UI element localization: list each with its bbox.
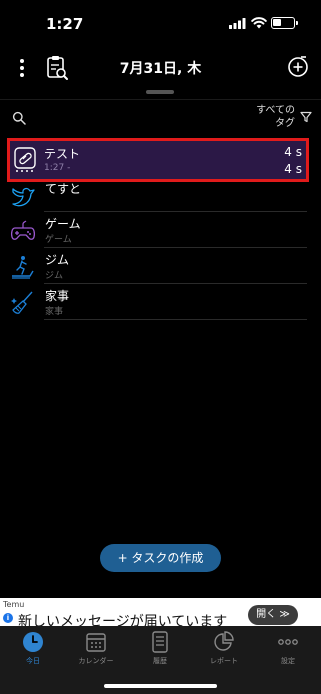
status-bar: 1:27 (0, 0, 321, 44)
history-icon (152, 631, 168, 653)
ad-info-icon[interactable]: i (3, 613, 13, 623)
divider (44, 319, 307, 320)
ad-banner[interactable]: Temu i 新しいメッセージが届いています 開く ≫ (0, 598, 321, 626)
tag-filter-label-2: タグ (275, 118, 295, 129)
task-tag: ゲーム (45, 235, 72, 245)
treadmill-icon (12, 256, 34, 279)
battery-icon (271, 17, 298, 29)
bird-icon (12, 187, 35, 207)
task-name: ジム (45, 253, 70, 267)
ad-open-button[interactable]: 開く ≫ (248, 605, 298, 625)
divider (0, 99, 321, 100)
gamepad-icon (10, 220, 36, 240)
ad-brand: Temu (3, 600, 25, 609)
status-time: 1:27 (46, 15, 84, 33)
task-sheet: すべての タグ テスト 1:27 - 4 s 4 s てすと ゲーム ゲーム ジ… (0, 84, 321, 598)
tab-label: カレンダー (78, 657, 114, 665)
broom-icon (11, 291, 33, 314)
add-task-icon[interactable] (287, 55, 309, 77)
tab-today[interactable]: 今日 (1, 628, 65, 672)
task-duration: 4 s (284, 145, 302, 159)
task-tag: ジム (45, 271, 64, 281)
tab-label: 履歴 (153, 657, 167, 665)
sheet-grabber[interactable] (146, 90, 174, 94)
calendar-icon (86, 633, 106, 652)
tag-filter-button[interactable]: すべての タグ (256, 104, 295, 130)
task-row[interactable]: 家事 家事 (0, 284, 321, 320)
filter-icon[interactable] (300, 111, 312, 123)
create-task-button[interactable]: + タスクの作成 (100, 544, 221, 572)
tag-filter-label-1: すべての (256, 105, 295, 116)
pie-chart-icon (214, 631, 234, 651)
task-name: てすと (45, 182, 82, 196)
test-tube-icon (14, 147, 36, 172)
wifi-icon (251, 17, 267, 29)
signal-icon (229, 18, 246, 29)
tab-settings[interactable]: 設定 (256, 628, 320, 672)
tab-history[interactable]: 履歴 (128, 628, 192, 672)
tab-label: レポート (210, 657, 238, 665)
clock-icon (23, 632, 43, 652)
more-icon (278, 639, 298, 645)
tab-report[interactable]: レポート (192, 628, 256, 672)
tab-calendar[interactable]: カレンダー (64, 628, 128, 672)
task-name: テスト (44, 147, 81, 161)
task-row[interactable]: ジム ジム (0, 248, 321, 284)
tab-label: 今日 (26, 657, 40, 665)
tab-label: 設定 (281, 657, 295, 665)
task-start-time: 1:27 - (44, 163, 71, 173)
search-icon[interactable] (12, 111, 26, 125)
task-row[interactable]: ゲーム ゲーム (0, 212, 321, 248)
page-title-date[interactable]: 7月31日, 木 (0, 58, 321, 78)
task-row[interactable]: てすと (0, 174, 321, 212)
task-name: 家事 (45, 289, 70, 303)
home-indicator (104, 684, 217, 688)
app-header: 7月31日, 木 (0, 48, 321, 88)
task-tag: 家事 (45, 307, 64, 317)
ad-text: 新しいメッセージが届いています (18, 614, 228, 626)
task-name: ゲーム (45, 217, 81, 231)
